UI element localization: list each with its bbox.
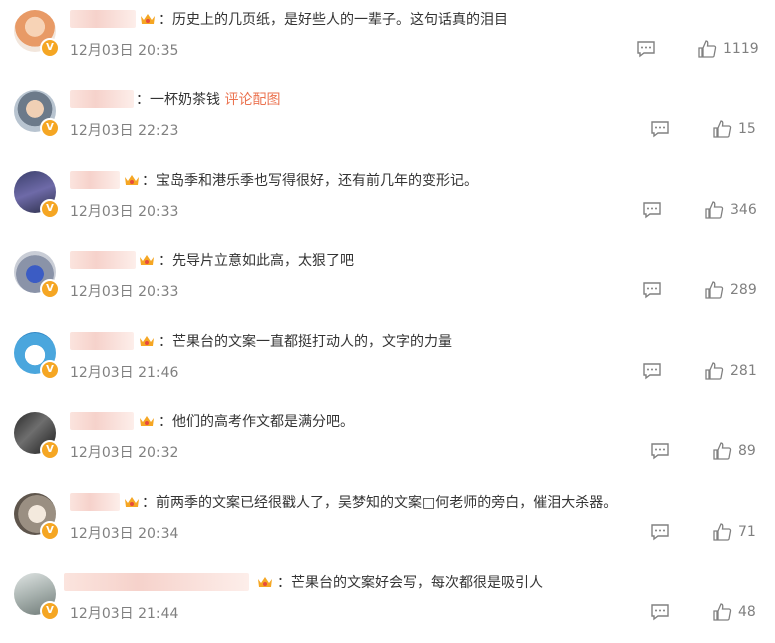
like-button[interactable]: 89	[712, 440, 756, 462]
comment-time: 12月03日 20:33	[70, 284, 179, 300]
verified-badge-icon: V	[40, 38, 60, 58]
like-button[interactable]: 71	[712, 521, 756, 543]
thumbs-up-icon	[705, 362, 724, 380]
comment-row-6: V ：他们的高考作文都是满分吧。 12月03日 20:32 89	[0, 402, 775, 482]
thumbs-up-icon	[713, 442, 732, 460]
like-button[interactable]: 281	[704, 360, 757, 382]
comment-text: ：宝岛季和港乐季也写得很好，还有前几年的变形记。	[142, 173, 478, 189]
comment-text: ：芒果台的文案好会写，每次都很是吸引人	[277, 575, 543, 591]
comment-icon[interactable]	[642, 201, 662, 219]
comment-time: 12月03日 21:44	[70, 606, 179, 622]
comment-row-5: V ：芒果台的文案一直都挺打动人的，文字的力量 12月03日 21:46 281	[0, 322, 775, 402]
thumbs-up-icon	[713, 523, 732, 541]
like-button[interactable]: 289	[704, 279, 757, 301]
comment-icon[interactable]	[650, 523, 670, 541]
like-button[interactable]: 346	[704, 199, 757, 221]
vip-crown-icon	[140, 255, 154, 265]
verified-badge-icon: V	[40, 521, 60, 541]
vip-crown-icon	[125, 175, 139, 185]
comment-time: 12月03日 20:32	[70, 445, 179, 461]
like-count: 15	[738, 121, 756, 137]
like-button[interactable]: 15	[712, 118, 756, 140]
comment-time: 12月03日 22:23	[70, 123, 179, 139]
username[interactable]	[70, 10, 136, 28]
thumbs-up-icon	[698, 40, 717, 58]
like-count: 1119	[723, 41, 759, 57]
comment-text: ：前两季的文案已经很戳人了，吴梦知的文案□何老师的旁白，催泪大杀器。	[142, 495, 618, 511]
thumbs-up-icon	[705, 281, 724, 299]
like-count: 346	[730, 202, 757, 218]
vip-crown-icon	[258, 577, 272, 587]
comment-icon[interactable]	[642, 281, 662, 299]
vip-crown-icon	[140, 336, 154, 346]
comment-icon[interactable]	[650, 442, 670, 460]
vip-crown-icon	[141, 14, 155, 24]
verified-badge-icon: V	[40, 199, 60, 219]
comment-text: ：芒果台的文案一直都挺打动人的，文字的力量	[158, 334, 452, 350]
vip-crown-icon	[140, 416, 154, 426]
comment-row-8: V ：芒果台的文案好会写，每次都很是吸引人 12月03日 21:44 48	[0, 563, 775, 643]
verified-badge-icon: V	[40, 440, 60, 460]
comment-row-1: V ：历史上的几页纸，是好些人的一辈子。这句话真的泪目 12月03日 20:35…	[0, 0, 775, 80]
comment-icon[interactable]	[650, 120, 670, 138]
comment-image-link[interactable]: 评论配图	[224, 92, 280, 108]
comment-row-4: V ：先导片立意如此高，太狠了吧 12月03日 20:33 289	[0, 241, 775, 321]
comment-text: ：他们的高考作文都是满分吧。	[158, 414, 354, 430]
comment-icon[interactable]	[642, 362, 662, 380]
like-count: 71	[738, 524, 756, 540]
comment-time: 12月03日 20:35	[70, 43, 179, 59]
comment-row-3: V ：宝岛季和港乐季也写得很好，还有前几年的变形记。 12月03日 20:33 …	[0, 161, 775, 241]
like-count: 48	[738, 604, 756, 620]
like-count: 289	[730, 282, 757, 298]
comment-icon[interactable]	[636, 40, 656, 58]
comment-text: ：历史上的几页纸，是好些人的一辈子。这句话真的泪目	[158, 12, 508, 28]
comment-time: 12月03日 20:33	[70, 204, 179, 220]
username[interactable]	[70, 251, 136, 269]
username[interactable]	[70, 171, 120, 189]
comment-row-2: V ：一杯奶茶钱 评论配图 12月03日 22:23 15	[0, 80, 775, 160]
vip-crown-icon	[125, 497, 139, 507]
comment-row-7: V ：前两季的文案已经很戳人了，吴梦知的文案□何老师的旁白，催泪大杀器。 12月…	[0, 483, 775, 563]
comment-time: 12月03日 21:46	[70, 365, 179, 381]
like-count: 281	[730, 363, 757, 379]
username[interactable]	[64, 573, 249, 591]
verified-badge-icon: V	[40, 118, 60, 138]
username[interactable]	[70, 90, 134, 108]
comment-text: ：先导片立意如此高，太狠了吧	[158, 253, 354, 269]
like-button[interactable]: 48	[712, 601, 756, 623]
comment-text: ：一杯奶茶钱 评论配图	[136, 92, 281, 108]
username[interactable]	[70, 412, 134, 430]
thumbs-up-icon	[705, 201, 724, 219]
thumbs-up-icon	[713, 120, 732, 138]
username[interactable]	[70, 493, 120, 511]
like-button[interactable]: 1119	[697, 38, 759, 60]
verified-badge-icon: V	[40, 360, 60, 380]
comment-icon[interactable]	[650, 603, 670, 621]
username[interactable]	[70, 332, 134, 350]
verified-badge-icon: V	[40, 279, 60, 299]
verified-badge-icon: V	[40, 601, 60, 621]
comment-time: 12月03日 20:34	[70, 526, 179, 542]
like-count: 89	[738, 443, 756, 459]
thumbs-up-icon	[713, 603, 732, 621]
